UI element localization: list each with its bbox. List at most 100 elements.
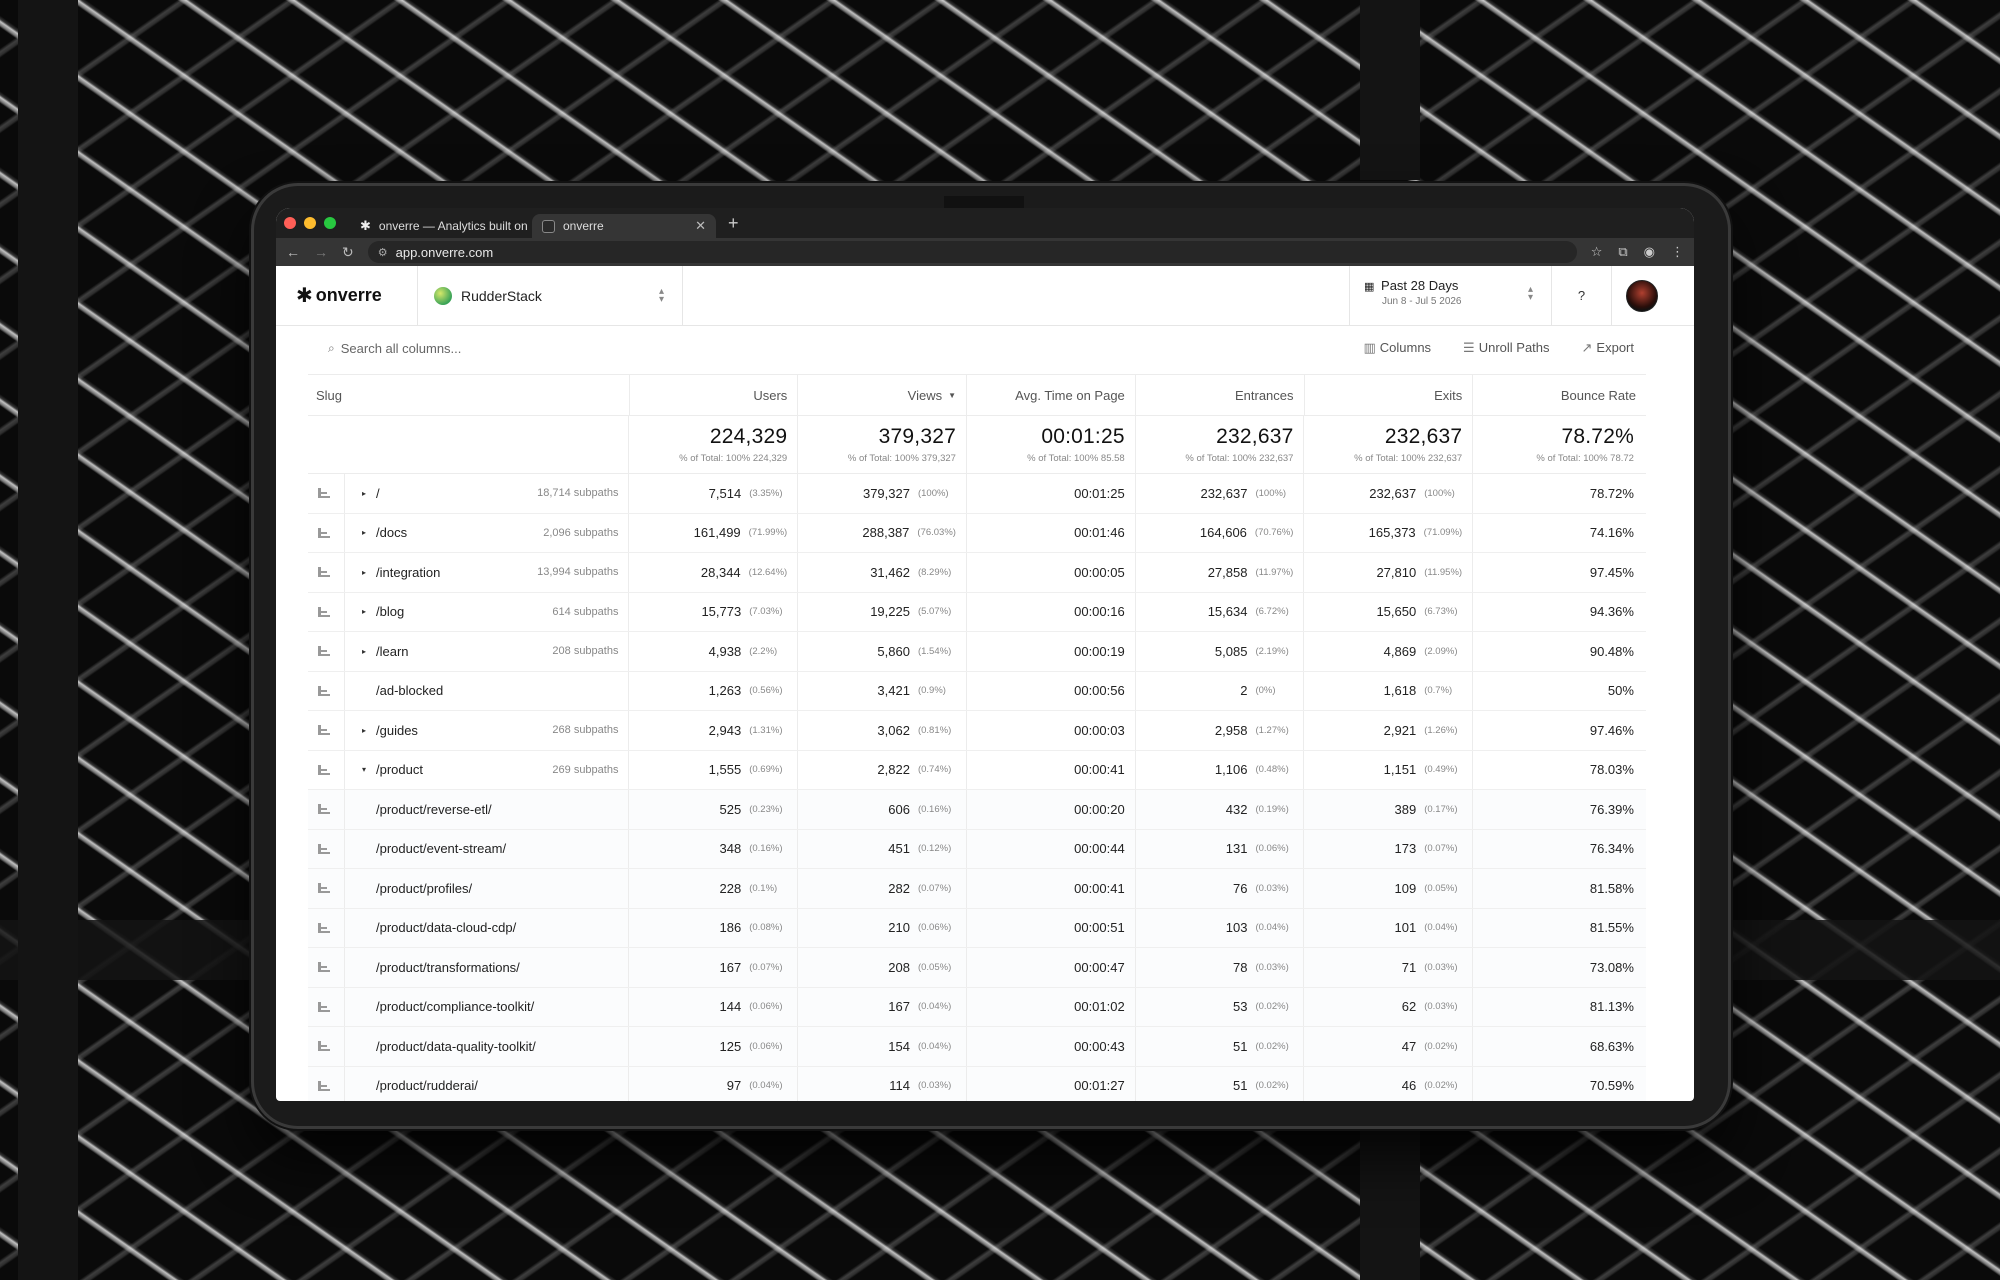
table-row[interactable]: /product/profiles/ 228 (0.1%) 282 (0.07%) … xyxy=(308,869,1646,909)
table-row[interactable]: ▸ /guides 268 subpaths 2,943 (1.31%) 3,06… xyxy=(308,711,1646,751)
export-button[interactable]: ↗ Export xyxy=(1582,340,1634,356)
date-range-picker[interactable]: ▦ Past 28 Days Jun 8 - Jul 5 2026 ▴ ▾ xyxy=(1349,266,1552,325)
bar-chart-icon[interactable] xyxy=(318,724,330,736)
column-header-views[interactable]: Views ▼ xyxy=(798,375,968,415)
total-value: 78.72% xyxy=(1561,425,1634,448)
entrances-pct: (0.03%) xyxy=(1255,961,1289,973)
close-tab-icon[interactable]: ✕ xyxy=(695,218,706,234)
table-row[interactable]: /product/event-stream/ 348 (0.16%) 451 (0.… xyxy=(308,829,1646,869)
bar-chart-icon[interactable] xyxy=(318,527,330,539)
url-text: app.onverre.com xyxy=(395,244,494,260)
table-row[interactable]: /ad-blocked 1,263 (0.56%) 3,421 (0.9%) 00:… xyxy=(308,671,1646,711)
expand-caret-icon[interactable]: ▾ xyxy=(362,765,366,774)
slug-path[interactable]: /product/transformations/ xyxy=(376,960,520,975)
table-row[interactable]: ▸ /learn 208 subpaths 4,938 (2.2%) 5,860 (… xyxy=(308,632,1646,672)
address-bar[interactable]: ⚙ app.onverre.com xyxy=(367,241,1577,263)
bar-chart-icon[interactable] xyxy=(318,803,330,815)
table-row[interactable]: ▸ /integration 13,994 subpaths 28,344 (12… xyxy=(308,553,1646,593)
help-button[interactable]: ? xyxy=(1552,266,1612,325)
bar-chart-icon[interactable] xyxy=(318,764,330,776)
expand-caret-icon[interactable]: ▸ xyxy=(362,607,366,616)
slug-path[interactable]: /product xyxy=(376,762,423,777)
table-row[interactable]: /product/data-quality-toolkit/ 125 (0.06%… xyxy=(308,1027,1646,1067)
slug-path[interactable]: /product/reverse-etl/ xyxy=(376,802,492,817)
bar-chart-icon[interactable] xyxy=(318,1001,330,1013)
table-row[interactable]: /product/reverse-etl/ 525 (0.23%) 606 (0.1… xyxy=(308,790,1646,830)
slug-path[interactable]: /product/data-quality-toolkit/ xyxy=(376,1039,536,1054)
browser-tab-1[interactable]: ✱ onverre — Analytics built on xyxy=(350,214,532,238)
reload-icon[interactable]: ↻ xyxy=(342,244,354,261)
profile-icon[interactable]: ◉ xyxy=(1644,244,1655,260)
close-window-button[interactable] xyxy=(284,217,296,229)
slug-path[interactable]: /ad-blocked xyxy=(376,683,443,698)
avg-time-cell: 00:00:41 xyxy=(967,750,1136,789)
bookmark-star-icon[interactable]: ☆ xyxy=(1591,244,1603,260)
back-arrow-icon[interactable]: ← xyxy=(286,244,300,260)
views-value: 379,327 xyxy=(862,485,910,501)
slug-path[interactable]: /learn xyxy=(376,644,409,659)
bar-chart-icon[interactable] xyxy=(318,922,330,934)
bar-chart-icon[interactable] xyxy=(318,882,330,894)
slug-path[interactable]: /integration xyxy=(376,565,440,580)
table-row[interactable]: ▸ /docs 2,096 subpaths 161,499 (71.99%) 2… xyxy=(308,513,1646,553)
new-tab-button[interactable]: + xyxy=(728,213,739,234)
slug-path[interactable]: /product/profiles/ xyxy=(376,881,472,896)
forward-arrow-icon[interactable]: → xyxy=(314,244,328,260)
table-row[interactable]: /product/rudderai/ 97 (0.04%) 114 (0.03%) … xyxy=(308,1066,1646,1101)
extensions-icon[interactable]: ⧉ xyxy=(1618,244,1627,260)
column-header-entrances[interactable]: Entrances xyxy=(1136,375,1305,415)
bounce-rate-cell: 50% xyxy=(1473,672,1646,711)
column-header-slug[interactable]: Slug xyxy=(308,375,630,415)
views-cell: 379,327 (100%) xyxy=(798,474,967,513)
views-pct: (8.29%) xyxy=(917,566,952,578)
expand-caret-icon[interactable]: ▸ xyxy=(362,568,366,577)
table-row[interactable]: ▸ /blog 614 subpaths 15,773 (7.03%) 19,22… xyxy=(308,592,1646,632)
table-row[interactable]: ▸ / 18,714 subpaths 7,514 (3.35%) 379,327… xyxy=(308,474,1646,514)
bar-chart-icon[interactable] xyxy=(318,1040,330,1052)
slug-path[interactable]: /blog xyxy=(376,604,404,619)
users-value: 167 xyxy=(719,959,742,975)
minimize-window-button[interactable] xyxy=(304,217,316,229)
slug-path[interactable]: /guides xyxy=(376,723,418,738)
bar-chart-icon[interactable] xyxy=(318,843,330,855)
more-menu-icon[interactable]: ⋮ xyxy=(1671,244,1684,260)
expand-caret-icon[interactable]: ▸ xyxy=(362,489,366,498)
table-row[interactable]: /product/compliance-toolkit/ 144 (0.06%) … xyxy=(308,987,1646,1027)
exits-cell: 46 (0.02%) xyxy=(1304,1066,1474,1101)
expand-caret-icon[interactable]: ▸ xyxy=(362,528,366,537)
bar-chart-icon[interactable] xyxy=(318,645,330,657)
columns-button[interactable]: ▥ Columns xyxy=(1363,340,1431,356)
bar-chart-icon[interactable] xyxy=(318,487,330,499)
search-input[interactable]: ⌕ Search all columns... xyxy=(328,341,461,356)
table-row[interactable]: ▾ /product 269 subpaths 1,555 (0.69%) 2,8… xyxy=(308,750,1646,790)
slug-path[interactable]: /product/event-stream/ xyxy=(376,841,506,856)
column-header-avg-time[interactable]: Avg. Time on Page xyxy=(967,375,1136,415)
slug-path[interactable]: /docs xyxy=(376,525,407,540)
maximize-window-button[interactable] xyxy=(324,217,336,229)
column-header-exits[interactable]: Exits xyxy=(1305,375,1474,415)
browser-tab-2[interactable]: onverre ✕ xyxy=(532,214,716,238)
table-row[interactable]: /product/data-cloud-cdp/ 186 (0.08%) 210 (… xyxy=(308,908,1646,948)
bar-chart-icon[interactable] xyxy=(318,685,330,697)
expand-caret-icon[interactable]: ▸ xyxy=(362,647,366,656)
unroll-paths-button[interactable]: ☰ Unroll Paths xyxy=(1463,340,1549,356)
views-pct: (76.03%) xyxy=(917,527,956,539)
bar-chart-icon[interactable] xyxy=(318,606,330,618)
site-settings-icon[interactable]: ⚙ xyxy=(378,246,388,259)
bar-chart-icon[interactable] xyxy=(318,961,330,973)
column-header-users[interactable]: Users xyxy=(630,375,799,415)
users-pct: (3.35%) xyxy=(749,487,783,499)
expand-caret-icon[interactable]: ▸ xyxy=(362,726,366,735)
slug-path[interactable]: /product/rudderai/ xyxy=(376,1078,478,1093)
slug-path[interactable]: /product/data-cloud-cdp/ xyxy=(376,920,516,935)
app-logo[interactable]: ✱ onverre xyxy=(276,266,418,325)
bar-chart-icon[interactable] xyxy=(318,1080,330,1092)
slug-path[interactable]: /product/compliance-toolkit/ xyxy=(376,999,534,1014)
slug-path[interactable]: / xyxy=(376,486,380,501)
workspace-selector[interactable]: RudderStack ▴ ▾ xyxy=(418,266,683,325)
exits-pct: (0.7%) xyxy=(1424,685,1453,697)
user-avatar[interactable] xyxy=(1626,280,1658,312)
bar-chart-icon[interactable] xyxy=(318,566,330,578)
column-header-bounce-rate[interactable]: Bounce Rate xyxy=(1473,375,1646,415)
table-row[interactable]: /product/transformations/ 167 (0.07%) 208… xyxy=(308,948,1646,988)
